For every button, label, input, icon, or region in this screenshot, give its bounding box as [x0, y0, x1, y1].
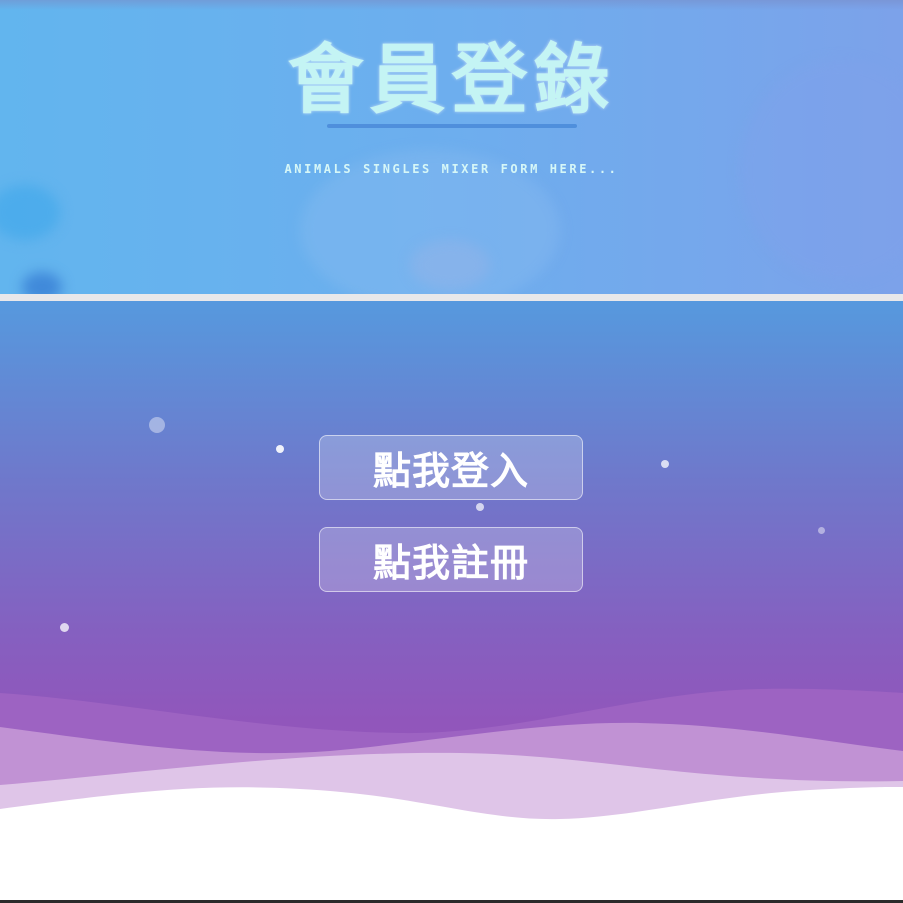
sparkle-dot: [661, 460, 669, 468]
login-button[interactable]: 點我登入: [319, 435, 583, 500]
sparkle-dot: [60, 623, 69, 632]
sparkle-dot: [276, 445, 284, 453]
sparkle-dot: [476, 503, 484, 511]
section-separator: [0, 294, 903, 301]
member-login-page: 會員登錄 Animals Singles Mixer Form Here... …: [0, 0, 903, 903]
wave-decoration: [0, 688, 903, 903]
page-title: 會員登錄: [287, 35, 616, 124]
photo-blur-shape: [410, 240, 490, 290]
register-button[interactable]: 點我註冊: [319, 527, 583, 592]
page-subtitle: Animals Singles Mixer Form Here...: [284, 162, 619, 176]
sparkle-dot: [818, 527, 825, 534]
sparkle-dot: [149, 417, 165, 433]
title-divider: [327, 124, 577, 128]
photo-blur-shape: [0, 185, 60, 240]
header-banner: 會員登錄 Animals Singles Mixer Form Here...: [0, 0, 903, 294]
main-panel: 點我登入 點我註冊: [0, 301, 903, 903]
photo-blur-shape: [22, 272, 62, 294]
